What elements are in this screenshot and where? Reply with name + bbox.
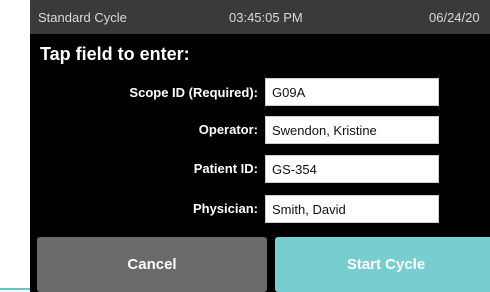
date: 06/24/20 — [429, 10, 480, 25]
scope-id-label: Scope ID (Required): — [129, 85, 258, 100]
scope-id-field[interactable]: G09A — [265, 78, 439, 106]
status-bar: Standard Cycle 03:45:05 PM 06/24/20 — [30, 0, 490, 34]
clock-time: 03:45:05 PM — [229, 10, 303, 25]
patient-id-label: Patient ID: — [193, 161, 258, 176]
cancel-button[interactable]: Cancel — [37, 237, 267, 292]
operator-field[interactable]: Swendon, Kristine — [265, 116, 439, 144]
start-cycle-button-label: Start Cycle — [346, 256, 426, 273]
start-cycle-button[interactable]: Start Cycle — [275, 237, 490, 292]
patient-id-field[interactable]: GS-354 — [265, 155, 439, 183]
device-frame: Standard Cycle 03:45:05 PM 06/24/20 Tap … — [0, 0, 490, 292]
physician-field[interactable]: Smith, David — [265, 195, 439, 223]
cycle-name: Standard Cycle — [38, 10, 127, 25]
instruction-heading: Tap field to enter: — [40, 44, 190, 64]
touch-screen: Standard Cycle 03:45:05 PM 06/24/20 Tap … — [30, 0, 490, 292]
physician-label: Physician: — [192, 201, 258, 216]
cancel-button-label: Cancel — [127, 256, 177, 273]
operator-label: Operator: — [198, 122, 258, 137]
